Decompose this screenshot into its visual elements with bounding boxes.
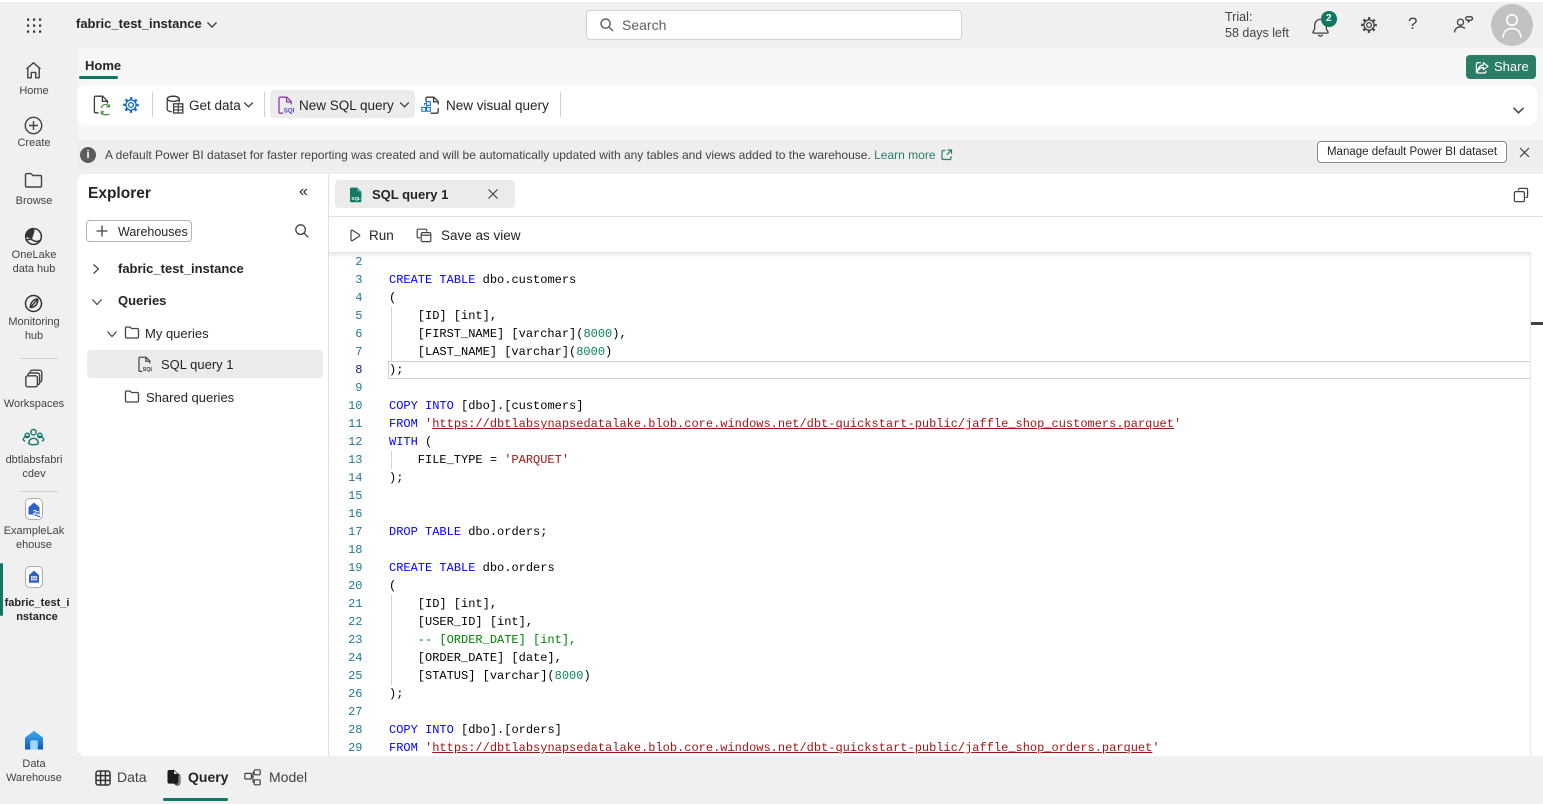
svg-text:SQL: SQL	[143, 367, 152, 373]
svg-text:SQL: SQL	[351, 196, 361, 201]
svg-text:SQL: SQL	[284, 107, 294, 114]
